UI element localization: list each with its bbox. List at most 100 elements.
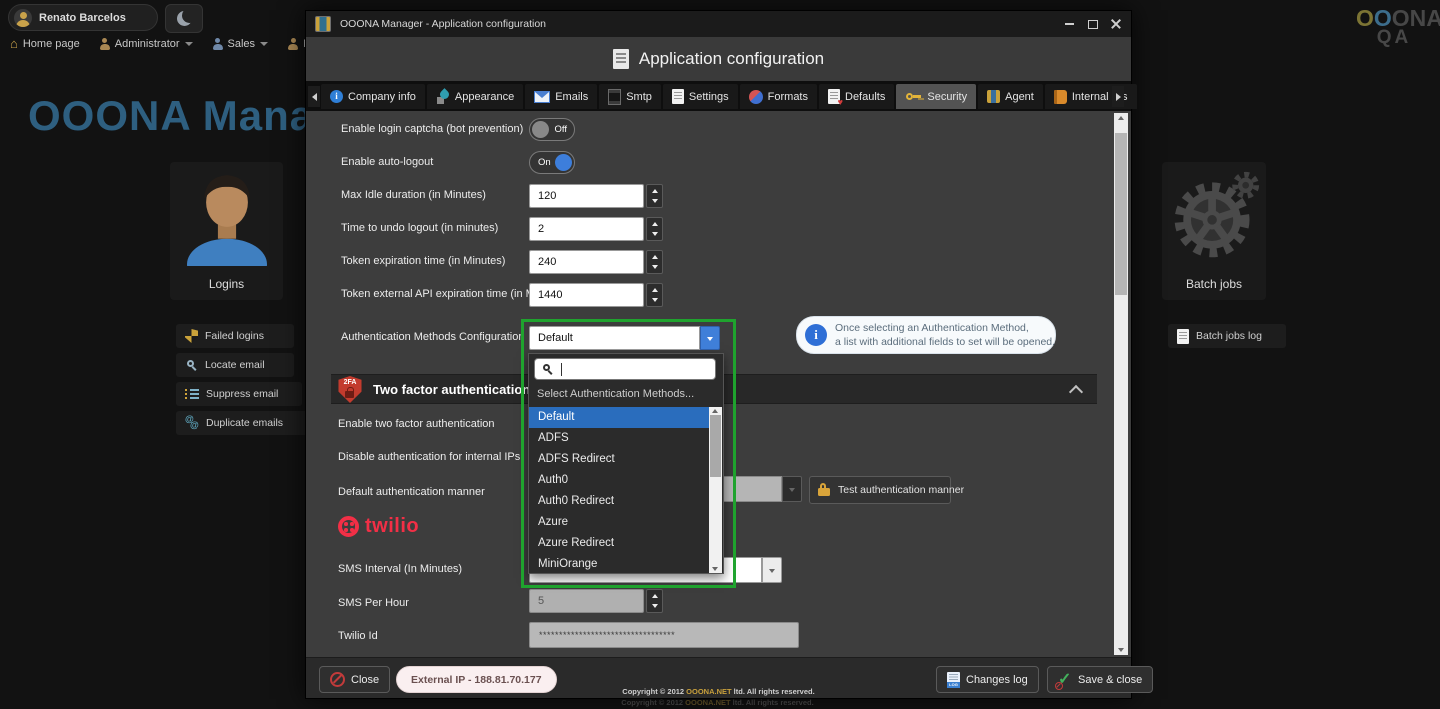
book-icon [1054, 90, 1067, 104]
logins-card[interactable]: Logins [170, 162, 283, 300]
spinner-buttons[interactable] [646, 250, 663, 274]
dropdown-hint: Select Authentication Methods... [537, 388, 694, 400]
tab-company-info[interactable]: i Company info [321, 84, 425, 109]
combo-dropdown-button[interactable] [762, 557, 782, 583]
scrollbar-thumb[interactable] [710, 415, 721, 477]
dropdown-item-miniorange[interactable]: MiniOrange [529, 554, 710, 575]
token-exp-input[interactable]: 240 [529, 250, 644, 274]
tab-agent[interactable]: Agent [978, 84, 1043, 109]
person-illustration [177, 166, 277, 266]
spin-up-icon [652, 222, 658, 226]
configuration-doc-icon [613, 49, 629, 69]
collapse-chevron-icon[interactable] [1069, 385, 1083, 399]
dropdown-item-adfs-redirect[interactable]: ADFS Redirect [529, 449, 710, 470]
tab-security[interactable]: Security [896, 84, 976, 109]
scroll-up-icon [1118, 116, 1124, 120]
dark-mode-button[interactable] [165, 4, 203, 33]
twofa-section-title: Two factor authentication [373, 382, 530, 397]
spinner-buttons[interactable] [646, 589, 663, 613]
sidebar-item-failed-logins[interactable]: Failed logins [176, 324, 294, 348]
tabs-scroll-left[interactable] [308, 86, 320, 107]
globe-icon [749, 90, 763, 104]
desktop: Renato Barcelos ⌂ Home page Administrato… [0, 0, 1440, 709]
undo-logout-label: Time to undo logout (in minutes) [341, 222, 498, 234]
maximize-button[interactable] [1082, 16, 1104, 32]
window-header: Application configuration [306, 37, 1131, 81]
spin-up-icon [652, 288, 658, 292]
caret-down-icon [789, 488, 795, 492]
dropdown-item-adfs[interactable]: ADFS [529, 428, 710, 449]
max-idle-label: Max Idle duration (in Minutes) [341, 189, 486, 201]
max-idle-input[interactable]: 120 [529, 184, 644, 208]
ooona-qa-logo: OOONA QA [1356, 8, 1432, 47]
twilio-id-input[interactable]: ********************************** [529, 622, 799, 648]
tab-settings[interactable]: Settings [663, 84, 738, 109]
test-authentication-manner-button[interactable]: Test authentication manner [809, 476, 951, 504]
spin-down-icon [652, 199, 658, 203]
token-api-exp-input[interactable]: 1440 [529, 283, 644, 307]
current-user-chip[interactable]: Renato Barcelos [8, 4, 158, 31]
dropdown-item-azure-redirect[interactable]: Azure Redirect [529, 533, 710, 554]
tab-defaults[interactable]: ♥ Defaults [819, 84, 894, 109]
gears-illustration [1166, 166, 1262, 266]
tab-emails[interactable]: Emails [525, 84, 597, 109]
undo-logout-input[interactable]: 2 [529, 217, 644, 241]
people-icon [213, 38, 223, 50]
tab-strip: i Company info Appearance Emails Smtp [306, 81, 1131, 111]
captcha-toggle[interactable]: Off [529, 118, 575, 141]
toggle-knob [555, 154, 572, 171]
tab-formats[interactable]: Formats [740, 84, 817, 109]
auth-methods-dropdown: Select Authentication Methods... Default… [528, 353, 724, 574]
spinner-buttons[interactable] [646, 283, 663, 307]
content-scrollbar[interactable] [1114, 113, 1128, 655]
dropdown-scrollbar[interactable] [709, 407, 722, 573]
captcha-label: Enable login captcha (bot prevention) [341, 123, 523, 135]
agent-icon [987, 90, 1000, 103]
dropdown-item-auth0-redirect[interactable]: Auth0 Redirect [529, 491, 710, 512]
sms-per-hour-input[interactable]: 5 [529, 589, 644, 613]
close-window-button[interactable] [1105, 16, 1127, 32]
sidebar-item-locate-email[interactable]: Locate email [176, 353, 294, 377]
window-footer: Close External IP - 188.81.70.177 Change… [306, 657, 1131, 698]
window-titlebar[interactable]: OOONA Manager - Application configuratio… [306, 11, 1131, 37]
sidebar-item-batch-jobs-log[interactable]: Batch jobs log [1168, 324, 1286, 348]
spinner-buttons[interactable] [646, 184, 663, 208]
tabs-scroll-right[interactable] [1112, 86, 1124, 107]
scroll-down-icon [1118, 648, 1124, 652]
maximize-icon [1088, 20, 1098, 29]
caret-down-icon [769, 569, 775, 573]
shield-icon [185, 329, 198, 343]
sidebar-item-duplicate-emails[interactable]: Duplicate emails [176, 411, 308, 435]
spinner-buttons[interactable] [646, 217, 663, 241]
spin-up-icon [652, 255, 658, 259]
paint-drop-icon [436, 90, 450, 104]
user-name: Renato Barcelos [39, 12, 126, 24]
dropdown-item-auth0[interactable]: Auth0 [529, 470, 710, 491]
log-document-icon [947, 672, 960, 688]
sidebar-item-suppress-email[interactable]: Suppress email [176, 382, 302, 406]
nav-sales[interactable]: Sales [213, 38, 269, 50]
document-icon [672, 89, 684, 104]
dropdown-search-input[interactable] [534, 358, 716, 380]
tab-appearance[interactable]: Appearance [427, 84, 523, 109]
scrollbar-thumb[interactable] [1115, 133, 1127, 295]
tab-smtp[interactable]: Smtp [599, 84, 661, 109]
arrow-left-icon [312, 93, 317, 101]
minimize-button[interactable] [1058, 16, 1080, 32]
spin-down-icon [652, 232, 658, 236]
auth-methods-value[interactable]: Default [529, 326, 700, 350]
toggle-knob [532, 121, 549, 138]
nav-administrator[interactable]: Administrator [100, 38, 193, 50]
window-copyright: Copyright © 2012 OOONA.NET ltd. All righ… [306, 687, 1131, 696]
dropdown-item-default[interactable]: Default [529, 407, 710, 428]
batch-jobs-card[interactable]: Batch jobs [1162, 162, 1266, 300]
combo-dropdown-button[interactable] [700, 326, 720, 350]
auto-logout-toggle[interactable]: On [529, 151, 575, 174]
nav-home-page[interactable]: ⌂ Home page [10, 37, 80, 50]
combo-dropdown-button[interactable] [782, 476, 802, 502]
tooltip-line1: Once selecting an Authentication Method, [835, 322, 1055, 336]
no-entry-icon [330, 672, 345, 687]
spin-up-icon [652, 189, 658, 193]
dropdown-item-azure[interactable]: Azure [529, 512, 710, 533]
dropdown-list: Default ADFS ADFS Redirect Auth0 Auth0 R… [529, 407, 710, 575]
